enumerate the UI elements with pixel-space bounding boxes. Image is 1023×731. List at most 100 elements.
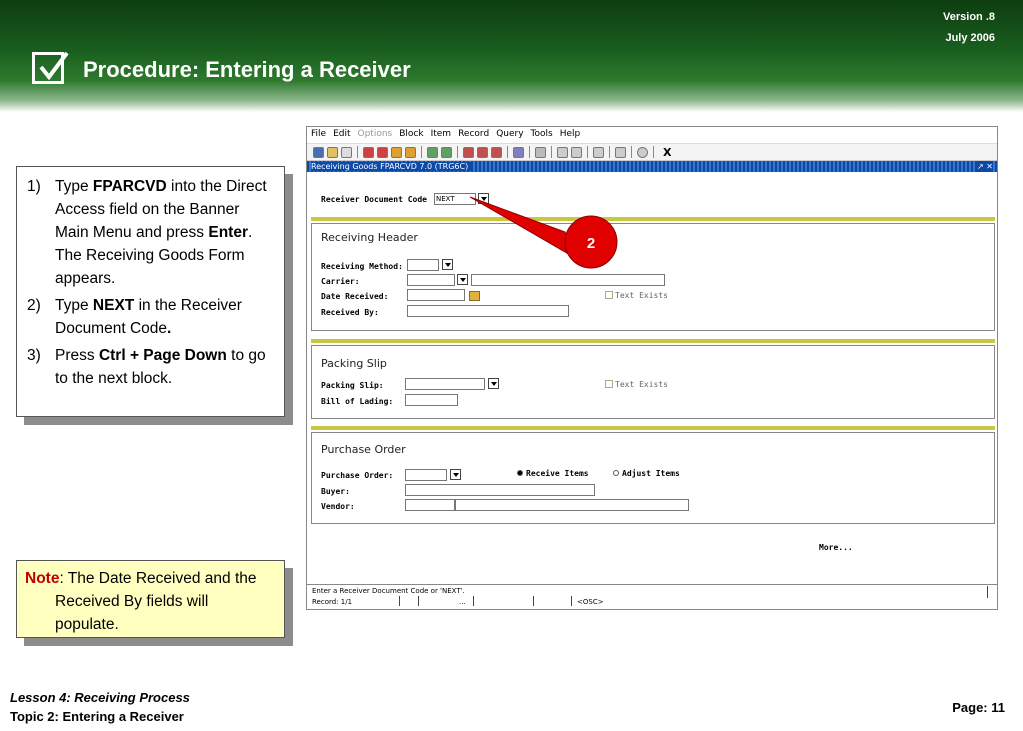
- printer-icon[interactable]: [535, 146, 546, 158]
- steps-box: 1) Type FPARCVD into the Direct Access fi…: [16, 166, 285, 417]
- buyer-input: [405, 484, 595, 496]
- exit-button[interactable]: X: [663, 146, 671, 159]
- separator: [631, 146, 632, 158]
- window-controls[interactable]: ↗ ✕: [977, 161, 993, 172]
- query-icon[interactable]: [427, 146, 438, 158]
- separator: [571, 596, 572, 606]
- buyer-label: Buyer:: [321, 487, 350, 496]
- help-icon[interactable]: [593, 146, 604, 158]
- step-emphasis: FPARCVD: [92, 178, 167, 195]
- note-text-2: Received By fields will: [55, 593, 209, 610]
- menu-item-block[interactable]: Block: [399, 129, 423, 143]
- separator: [399, 596, 400, 606]
- menu-bar: File Edit Options Block Item Record Query Tools…: [307, 127, 997, 143]
- purchase-order-title: Purchase Order: [321, 443, 406, 456]
- separator: [421, 146, 422, 158]
- prev-record-icon[interactable]: [391, 146, 402, 158]
- packing-slip-title: Packing Slip: [321, 357, 387, 370]
- note-box: Note: The Date Received and the Received…: [16, 560, 285, 638]
- received-by-input[interactable]: [407, 305, 569, 317]
- receiving-method-dropdown-button[interactable]: [442, 259, 453, 270]
- window-title: Receiving Goods FPARCVD 7.0 (TRG6C): [311, 162, 473, 171]
- receiver-code-label: Receiver Document Code: [321, 195, 427, 204]
- separator: [653, 146, 654, 158]
- carrier-dropdown-button[interactable]: [457, 274, 468, 285]
- receive-items-label: Receive Items: [526, 469, 589, 478]
- status-ellipsis: ...: [459, 598, 466, 606]
- receiving-method-input[interactable]: [407, 259, 439, 271]
- options-icon[interactable]: [513, 146, 524, 158]
- calendar-icon[interactable]: [469, 291, 480, 301]
- step-emphasis: NEXT: [92, 297, 135, 314]
- step-item: 1) Type FPARCVD into the Direct Access fi…: [27, 175, 274, 290]
- record-counter: Record: 1/1: [312, 598, 353, 606]
- separator: [533, 596, 534, 606]
- packing-slip-label: Packing Slip:: [321, 381, 384, 390]
- block-divider: [311, 339, 995, 343]
- receiving-header-title: Receiving Header: [321, 231, 418, 244]
- receiving-method-label: Receiving Method:: [321, 262, 403, 271]
- remove-record-icon[interactable]: [477, 146, 488, 158]
- separator: [987, 586, 988, 598]
- purchase-order-input[interactable]: [405, 469, 447, 481]
- menu-item-file[interactable]: File: [311, 129, 326, 143]
- carrier-input[interactable]: [407, 274, 455, 286]
- prev-block-icon[interactable]: [363, 146, 374, 158]
- extract-icon[interactable]: [557, 146, 568, 158]
- receiver-code-dropdown-button[interactable]: [478, 193, 489, 204]
- packing-slip-input[interactable]: [405, 378, 485, 390]
- receive-items-radio[interactable]: Receive Items: [517, 469, 589, 478]
- export-icon[interactable]: [571, 146, 582, 158]
- execute-query-icon[interactable]: [441, 146, 452, 158]
- menu-item-query[interactable]: Query: [496, 129, 523, 143]
- separator: [418, 596, 419, 606]
- next-block-icon[interactable]: [377, 146, 388, 158]
- menu-item-help[interactable]: Help: [560, 129, 581, 143]
- next-record-icon[interactable]: [405, 146, 416, 158]
- bill-of-lading-input[interactable]: [405, 394, 458, 406]
- separator: [529, 146, 530, 158]
- step-emphasis: .: [167, 320, 172, 337]
- steps-list: 1) Type FPARCVD into the Direct Access fi…: [17, 167, 284, 390]
- footer-lesson: Lesson 4: Receiving Process: [10, 690, 190, 705]
- rollback-icon[interactable]: [327, 146, 338, 158]
- online-help-icon[interactable]: [637, 146, 648, 158]
- separator: [457, 146, 458, 158]
- menu-item-edit[interactable]: Edit: [333, 129, 350, 143]
- bill-of-lading-label: Bill of Lading:: [321, 397, 394, 406]
- insert-record-icon[interactable]: [463, 146, 474, 158]
- separator: [357, 146, 358, 158]
- delete-icon[interactable]: [491, 146, 502, 158]
- menu-item-record[interactable]: Record: [458, 129, 489, 143]
- status-bar: Enter a Receiver Document Code or 'NEXT'…: [307, 584, 997, 609]
- menu-item-item[interactable]: Item: [431, 129, 452, 143]
- toolbar: X: [307, 143, 997, 161]
- menu-item-tools[interactable]: Tools: [531, 129, 553, 143]
- purchase-order-label: Purchase Order:: [321, 471, 394, 480]
- footer-topic: Topic 2: Entering a Receiver: [10, 709, 184, 724]
- menu-item-options[interactable]: Options: [358, 129, 393, 143]
- version-label: Version .8: [943, 11, 995, 23]
- step-item: 3) Press Ctrl + Page Down to go to the ne…: [27, 344, 274, 390]
- receiver-code-input[interactable]: NEXT: [434, 193, 476, 205]
- radio-selected-icon: [517, 470, 523, 476]
- header-banner: Procedure: Entering a Receiver Version .…: [0, 0, 1023, 112]
- vendor-name-input: [455, 499, 689, 511]
- status-message: Enter a Receiver Document Code or 'NEXT'…: [312, 587, 465, 595]
- save-icon[interactable]: [313, 146, 324, 158]
- step-item: 2) Type NEXT in the Receiver Document Cod…: [27, 294, 274, 340]
- more-link[interactable]: More...: [819, 543, 853, 552]
- version-date: July 2006: [945, 32, 995, 44]
- note-text-1: : The Date Received and the: [59, 570, 257, 587]
- purchase-order-dropdown-button[interactable]: [450, 469, 461, 480]
- step-text: Type: [55, 178, 93, 195]
- page-number: Page: 11: [952, 700, 1005, 715]
- print-icon[interactable]: [341, 146, 352, 158]
- separator: [587, 146, 588, 158]
- note-label: Note: [25, 570, 60, 587]
- adjust-items-radio[interactable]: Adjust Items: [613, 469, 680, 478]
- version-info: Version .8 July 2006: [943, 7, 995, 49]
- bookmark-icon[interactable]: [615, 146, 626, 158]
- packing-slip-dropdown-button[interactable]: [488, 378, 499, 389]
- date-received-input[interactable]: [407, 289, 465, 301]
